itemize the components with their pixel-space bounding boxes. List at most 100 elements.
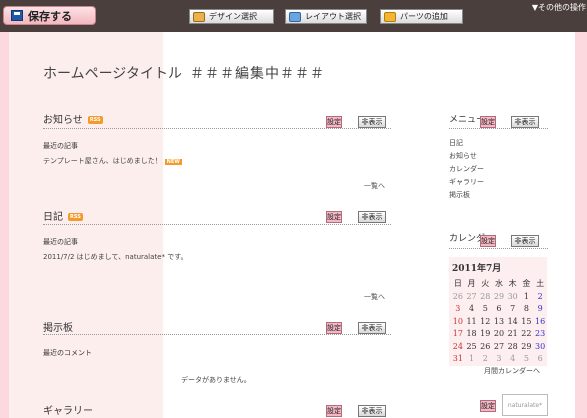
- calendar-month: 2011年7月: [452, 264, 502, 274]
- calendar-day[interactable]: 15: [520, 316, 534, 329]
- calendar-week-row: 10 11 12 13 14 15 16: [451, 316, 547, 329]
- calendar-day[interactable]: 23: [533, 328, 547, 341]
- floppy-disk-icon: [11, 10, 23, 21]
- news-item[interactable]: テンプレート屋さん、はじめました！ NEW: [43, 156, 182, 166]
- menu-item-calendar[interactable]: カレンダー: [449, 164, 484, 174]
- menu-item-gallery[interactable]: ギャラリー: [449, 177, 484, 187]
- weekday-cell: 水: [494, 279, 503, 289]
- menu-settings-button[interactable]: 設定: [480, 116, 496, 128]
- calendar-day[interactable]: 13: [492, 316, 506, 329]
- left-border: [0, 32, 9, 418]
- divider: [449, 248, 548, 249]
- menu-item-diary[interactable]: 日記: [449, 138, 463, 148]
- news-settings-button[interactable]: 設定: [326, 116, 342, 128]
- menu-item-bbs[interactable]: 掲示板: [449, 190, 470, 200]
- weekday-cell: 月: [467, 279, 476, 289]
- diary-section-title: 日記 RSS: [43, 208, 83, 223]
- calendar-settings-button[interactable]: 設定: [480, 235, 496, 247]
- diary-hide-button[interactable]: 非表示: [358, 211, 386, 223]
- news-more-link[interactable]: 一覧へ: [364, 181, 385, 191]
- calendar-day[interactable]: 22: [520, 328, 534, 341]
- calendar-day[interactable]: 4: [465, 303, 479, 316]
- calendar-week-row: 3 4 5 6 7 8 9: [451, 303, 547, 316]
- calendar-day[interactable]: 20: [492, 328, 506, 341]
- calendar-day[interactable]: 24: [451, 341, 465, 354]
- monthly-calendar-link[interactable]: 月間カレンダーへ: [484, 366, 540, 376]
- calendar-day: 1: [469, 354, 475, 364]
- divider: [43, 224, 391, 225]
- calendar-day[interactable]: 25: [465, 341, 479, 354]
- new-badge: NEW: [164, 159, 182, 165]
- calendar-day[interactable]: 1: [520, 291, 534, 304]
- bbs-hide-button[interactable]: 非表示: [358, 322, 386, 334]
- calendar-day: 6: [537, 354, 543, 364]
- design-select-button[interactable]: デザイン選択: [189, 9, 274, 24]
- gallery-settings-button[interactable]: 設定: [326, 405, 342, 417]
- calendar-week-row: 17 18 19 20 21 22 23: [451, 328, 547, 341]
- diary-more-link[interactable]: 一覧へ: [364, 292, 385, 302]
- calendar-day[interactable]: 18: [465, 328, 479, 341]
- calendar-day[interactable]: 8: [520, 303, 534, 316]
- calendar-day[interactable]: 29: [520, 341, 534, 354]
- calendar-day: 5: [523, 354, 529, 364]
- template-logo: naturalate*: [502, 394, 548, 416]
- calendar-day[interactable]: 27: [492, 341, 506, 354]
- bbs-section-title: 掲示板: [43, 323, 73, 334]
- weekday-cell: 金: [522, 279, 531, 289]
- calendar-day[interactable]: 26: [478, 341, 492, 354]
- calendar-day: 30: [507, 291, 518, 301]
- calendar-grid: 日 月 火 水 木 金 土 26 27 28 29 30 1 2 3 4 5 6…: [451, 278, 547, 366]
- news-section-title: お知らせ RSS: [43, 111, 103, 126]
- recent-articles-label: 最近の記事: [43, 238, 78, 246]
- bbs-settings-button[interactable]: 設定: [326, 322, 342, 334]
- calendar-day[interactable]: 5: [478, 303, 492, 316]
- news-title-text: お知らせ: [43, 115, 83, 126]
- site-title[interactable]: ホームページタイトル: [43, 63, 182, 83]
- layout-select-button[interactable]: レイアウト選択: [285, 9, 367, 24]
- calendar-day[interactable]: 12: [478, 316, 492, 329]
- calendar-day[interactable]: 11: [465, 316, 479, 329]
- weekday-cell: 木: [508, 279, 517, 289]
- calendar-day[interactable]: 28: [506, 341, 520, 354]
- gallery-hide-button[interactable]: 非表示: [358, 405, 386, 417]
- add-parts-button[interactable]: パーツの追加: [380, 9, 463, 24]
- diary-settings-button[interactable]: 設定: [326, 211, 342, 223]
- calendar-day[interactable]: 30: [533, 341, 547, 354]
- save-button[interactable]: 保存する: [3, 6, 96, 25]
- calendar-day: 3: [496, 354, 502, 364]
- calendar-day[interactable]: 2: [533, 291, 547, 304]
- calendar-day[interactable]: 31: [451, 353, 465, 366]
- calendar-day[interactable]: 19: [478, 328, 492, 341]
- divider: [449, 128, 548, 129]
- no-data-message: データがありません。: [181, 376, 251, 384]
- calendar-day[interactable]: 7: [506, 303, 520, 316]
- other-operations-menu[interactable]: ▼その他の操作: [532, 2, 586, 13]
- weekday-cell: 日: [453, 279, 462, 289]
- gallery-section-title: ギャラリー: [43, 406, 93, 417]
- menu-item-news[interactable]: お知らせ: [449, 151, 477, 161]
- layout-icon: [289, 11, 301, 22]
- diary-title-text: 日記: [43, 212, 63, 223]
- calendar-day[interactable]: 9: [533, 303, 547, 316]
- news-hide-button[interactable]: 非表示: [358, 116, 386, 128]
- rss-badge[interactable]: RSS: [87, 116, 103, 124]
- diary-item[interactable]: 2011/7/2 はじめまして、naturalate* です。: [43, 252, 188, 262]
- calendar-day[interactable]: 6: [492, 303, 506, 316]
- calendar-day[interactable]: 14: [506, 316, 520, 329]
- weekday-cell: 火: [481, 279, 490, 289]
- recent-articles-label: 最近の記事: [43, 142, 78, 150]
- calendar-day[interactable]: 10: [451, 316, 465, 329]
- rss-badge[interactable]: RSS: [68, 213, 83, 221]
- calendar-day[interactable]: 17: [451, 328, 465, 341]
- calendar-day[interactable]: 3: [451, 303, 465, 316]
- calendar-week-row: 26 27 28 29 30 1 2: [451, 291, 547, 304]
- calendar-day[interactable]: 16: [533, 316, 547, 329]
- sidebar-settings-button[interactable]: 設定: [480, 400, 496, 412]
- menu-hide-button[interactable]: 非表示: [511, 116, 539, 128]
- calendar-hide-button[interactable]: 非表示: [511, 235, 539, 247]
- weekday-cell: 土: [536, 279, 545, 289]
- calendar-day: 28: [480, 291, 491, 301]
- calendar-day: 4: [510, 354, 516, 364]
- news-item-text: テンプレート屋さん、はじめました！: [43, 157, 162, 165]
- calendar-day[interactable]: 21: [506, 328, 520, 341]
